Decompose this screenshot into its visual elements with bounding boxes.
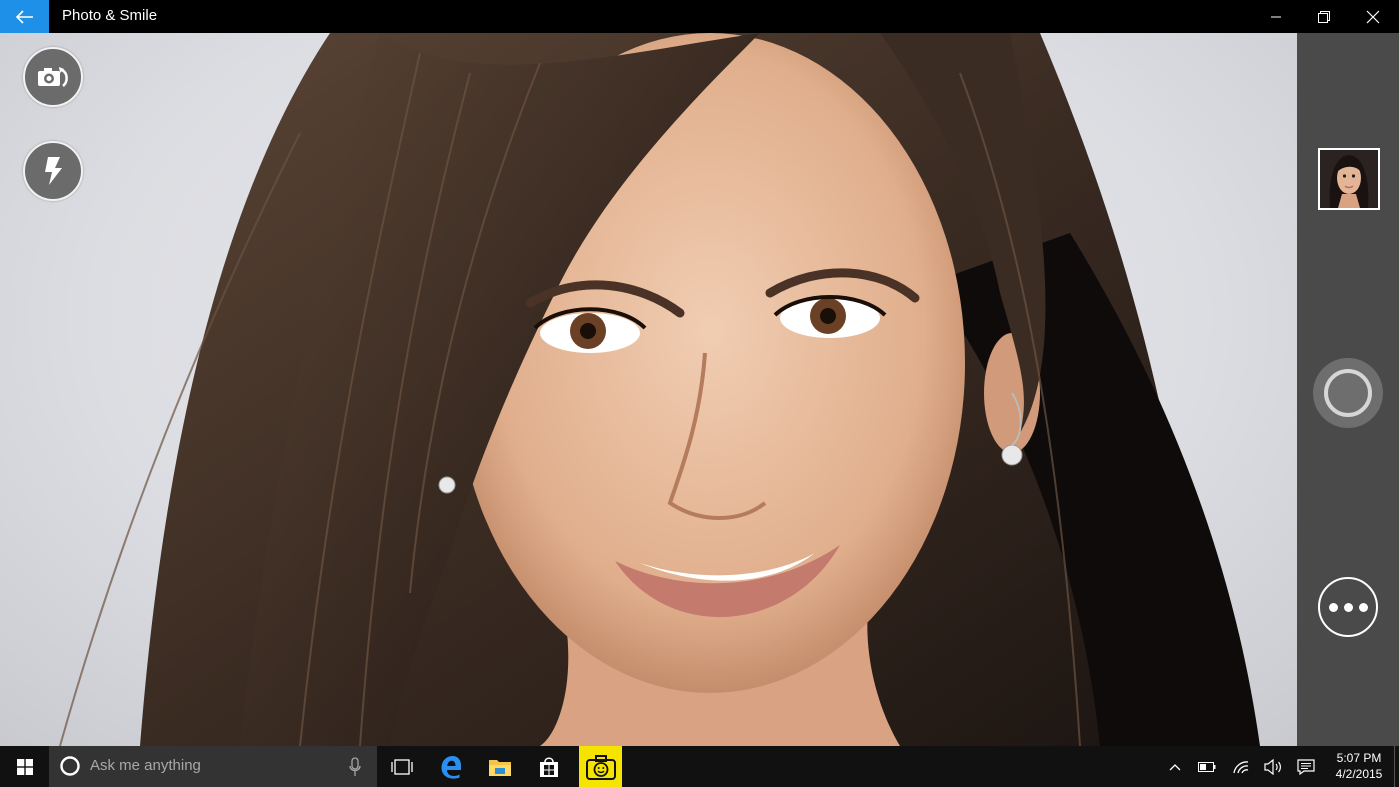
minimize-icon (1271, 16, 1281, 17)
camera-controls-panel (1297, 33, 1399, 746)
volume-icon (1264, 758, 1281, 775)
flash-button[interactable] (23, 141, 83, 201)
cortana-icon (60, 756, 80, 776)
more-options-button[interactable] (1318, 577, 1378, 637)
battery-icon (1198, 761, 1216, 772)
task-view-button[interactable] (380, 746, 424, 787)
cortana-search-box[interactable]: Ask me anything (49, 746, 377, 787)
windows-start-icon (16, 758, 33, 775)
photo-smile-app-icon (585, 754, 616, 780)
microphone-icon[interactable] (349, 757, 361, 777)
store-taskbar-button[interactable] (526, 746, 572, 787)
camera-preview[interactable] (0, 33, 1297, 746)
edge-taskbar-button[interactable] (428, 746, 474, 787)
restore-icon (1318, 10, 1330, 23)
switch-camera-button[interactable] (23, 47, 83, 107)
photo-thumbnail-image (1320, 150, 1378, 208)
taskbar-clock[interactable]: 5:07 PM 4/2/2015 (1328, 750, 1390, 782)
minimize-button[interactable] (1252, 0, 1300, 33)
network-status[interactable] (1226, 746, 1256, 787)
close-button[interactable] (1349, 0, 1397, 33)
back-arrow-icon (15, 9, 33, 24)
camera-feed-image (59, 33, 1260, 746)
shutter-button[interactable] (1313, 358, 1383, 428)
more-icon (1343, 602, 1353, 612)
edge-icon (441, 755, 461, 779)
back-button[interactable] (0, 0, 49, 33)
action-center-button[interactable] (1292, 746, 1320, 787)
file-explorer-icon (489, 759, 511, 776)
search-placeholder: Ask me anything (90, 757, 201, 774)
shutter-icon (1324, 369, 1372, 417)
show-hidden-icons-button[interactable] (1162, 746, 1188, 787)
chevron-up-icon (1169, 763, 1181, 770)
app-title: Photo & Smile (62, 7, 158, 24)
taskbar: Ask me anything 5:07 PM 4/2/2015 (0, 746, 1399, 787)
action-center-icon (1297, 758, 1315, 775)
volume-control[interactable] (1258, 746, 1288, 787)
start-button[interactable] (0, 746, 49, 787)
show-desktop-button[interactable] (1394, 746, 1399, 787)
task-view-icon (391, 758, 413, 775)
flash-icon (45, 157, 62, 185)
last-photo-thumbnail[interactable] (1318, 148, 1380, 210)
file-explorer-taskbar-button[interactable] (477, 746, 523, 787)
wifi-icon (1233, 760, 1249, 773)
clock-time: 5:07 PM (1336, 751, 1382, 765)
switch-camera-icon (38, 67, 68, 87)
clock-date: 4/2/2015 (1335, 767, 1383, 781)
restore-button[interactable] (1300, 0, 1348, 33)
title-bar: Photo & Smile (0, 0, 1399, 33)
store-icon (540, 756, 558, 777)
battery-status[interactable] (1192, 746, 1222, 787)
close-icon (1366, 10, 1380, 23)
more-icon (1328, 602, 1338, 612)
more-icon (1358, 602, 1368, 612)
photo-smile-taskbar-button[interactable] (579, 746, 622, 787)
